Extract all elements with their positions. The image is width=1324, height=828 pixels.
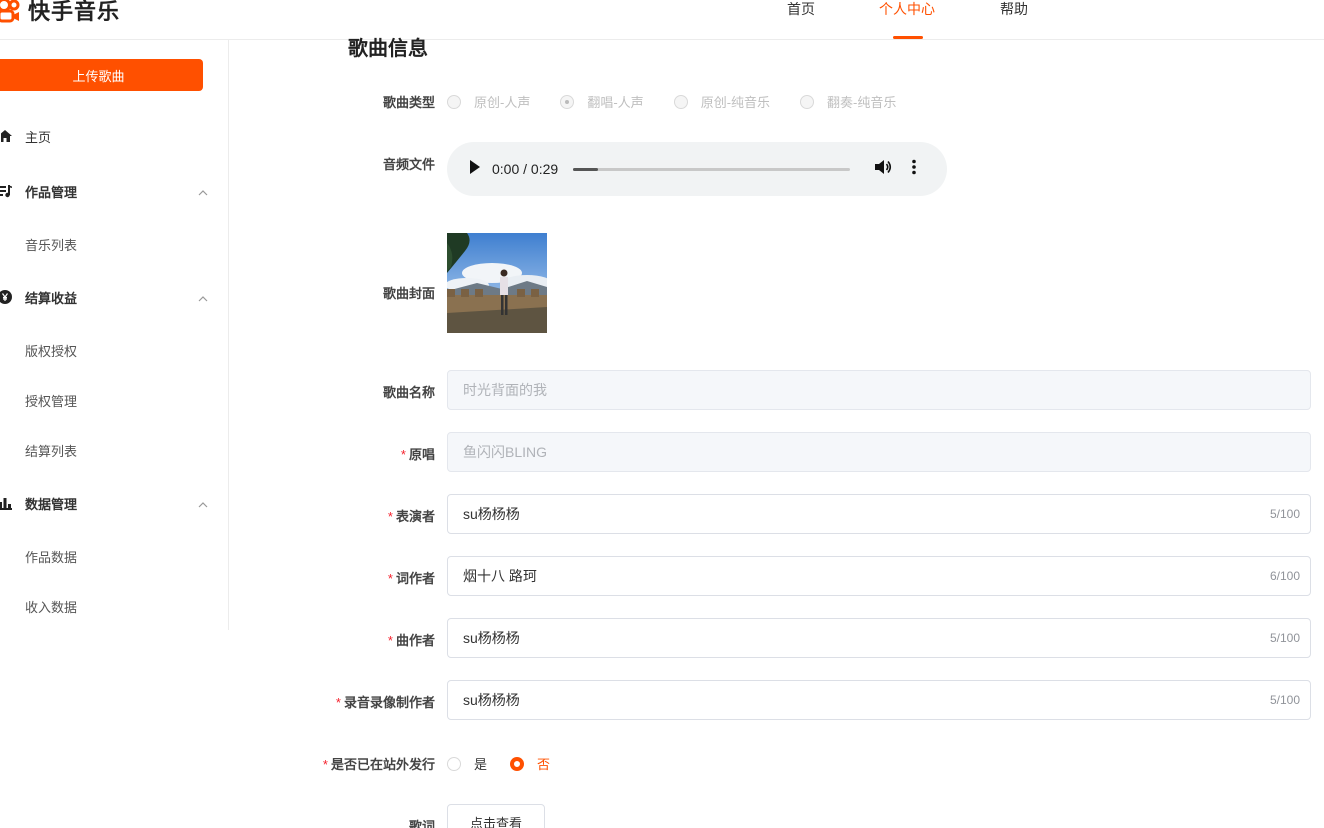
char-count: 5/100	[1269, 507, 1300, 521]
original-singer-input[interactable]: 鱼闪闪BLING	[447, 432, 1311, 472]
lyricist-label: * 词作者	[387, 571, 435, 586]
sidebar-item-settlement-list[interactable]: 结算列表	[25, 441, 77, 460]
play-icon[interactable]	[469, 159, 481, 179]
radio-label: 原创-人声	[474, 95, 531, 110]
input-value: su杨杨杨	[463, 692, 520, 708]
performer-input[interactable]: su杨杨杨 5/100	[447, 494, 1311, 534]
sidebar-item-music-list[interactable]: 音乐列表	[25, 235, 77, 254]
char-count: 6/100	[1269, 569, 1300, 583]
composer-label: * 曲作者	[387, 633, 435, 648]
upload-song-button[interactable]: 上传歌曲	[0, 59, 203, 91]
composer-input[interactable]: su杨杨杨 5/100	[447, 618, 1311, 658]
more-options-icon[interactable]	[912, 159, 916, 180]
song-type-radio-original-vocal[interactable]: 原创-人声	[447, 92, 530, 111]
radio-circle	[447, 756, 461, 771]
song-type-radio-cover-vocal[interactable]: 翻唱-人声	[560, 92, 644, 111]
released-elsewhere-label: * 是否已在站外发行	[322, 757, 435, 772]
input-value: 时光背面的我	[463, 382, 547, 398]
song-type-radio-group: 原创-人声 翻唱-人声 原创-纯音乐 翻奏-纯音乐	[447, 92, 926, 111]
sidebar-group-label: 结算收益	[25, 290, 78, 306]
sidebar-group-label: 作品管理	[25, 184, 78, 200]
released-elsewhere-radio-group: 是 否	[447, 754, 580, 773]
sidebar-group-works[interactable]: 作品管理	[0, 181, 210, 201]
kuaishou-logo-icon	[0, 0, 22, 23]
char-count: 5/100	[1269, 631, 1300, 645]
yen-coin-icon	[0, 289, 16, 305]
recording-producer-input[interactable]: su杨杨杨 5/100	[447, 680, 1311, 720]
original-singer-label: * 原唱	[400, 447, 435, 462]
sidebar-item-label: 主页	[25, 129, 52, 145]
cover-image[interactable]	[447, 233, 547, 333]
audio-time: 0:00 / 0:29	[492, 161, 559, 177]
radio-label: 是	[474, 757, 488, 772]
section-title: 歌曲信息	[348, 38, 428, 60]
radio-circle	[800, 94, 815, 109]
view-lyrics-button[interactable]: 点击查看	[447, 804, 545, 828]
audio-player: 0:00 / 0:29	[447, 142, 947, 196]
cover-label: 歌曲封面	[382, 286, 435, 301]
sidebar-group-data[interactable]: 数据管理	[0, 493, 210, 513]
char-count: 5/100	[1269, 693, 1300, 707]
sidebar-item-works-data[interactable]: 作品数据	[25, 547, 77, 566]
input-value: su杨杨杨	[463, 630, 520, 646]
nav-personal-center[interactable]: 个人中心	[879, 0, 935, 19]
lyricist-input[interactable]: 烟十八 路珂 6/100	[447, 556, 1311, 596]
top-header: 快手音乐 首页 个人中心 帮助	[0, 0, 1324, 40]
chevron-up-icon	[198, 290, 208, 305]
radio-circle-checked	[510, 756, 525, 771]
sidebar-item-income-data[interactable]: 收入数据	[25, 597, 77, 616]
radio-label: 翻奏-纯音乐	[827, 95, 897, 110]
chevron-up-icon	[198, 496, 208, 511]
logo[interactable]: 快手音乐	[0, 0, 120, 26]
radio-label: 否	[537, 757, 551, 772]
nav-home[interactable]: 首页	[787, 0, 815, 19]
input-value: su杨杨杨	[463, 506, 520, 522]
music-list-icon	[0, 183, 16, 199]
song-type-radio-original-instrumental[interactable]: 原创-纯音乐	[673, 92, 771, 111]
sidebar: 上传歌曲 主页 作品管理 音乐列表 结算收益 版权授权 授权管理 结算列表 数据…	[0, 40, 229, 630]
nav-help[interactable]: 帮助	[1000, 0, 1028, 19]
sidebar-group-settlement[interactable]: 结算收益	[0, 287, 210, 307]
radio-label: 原创-纯音乐	[700, 95, 771, 110]
input-value: 鱼闪闪BLING	[463, 444, 548, 460]
performer-label: * 表演者	[387, 509, 435, 524]
song-name-input[interactable]: 时光背面的我	[447, 370, 1311, 410]
radio-label: 翻唱-人声	[587, 95, 644, 110]
lyrics-label: 歌词	[408, 819, 435, 828]
sidebar-group-label: 数据管理	[25, 496, 78, 512]
sidebar-item-license-management[interactable]: 授权管理	[25, 391, 77, 410]
audio-file-label: 音频文件	[382, 157, 435, 172]
home-icon	[0, 128, 16, 144]
volume-icon[interactable]	[874, 159, 892, 180]
sidebar-item-copyright-license[interactable]: 版权授权	[25, 341, 77, 360]
released-elsewhere-radio-no[interactable]: 否	[510, 754, 550, 773]
audio-seek-bar[interactable]	[573, 167, 851, 171]
radio-circle-checked	[560, 94, 575, 109]
released-elsewhere-radio-yes[interactable]: 是	[447, 754, 487, 773]
active-nav-indicator	[893, 36, 923, 39]
input-value: 烟十八 路珂	[463, 568, 537, 584]
audio-progress-fill	[573, 167, 599, 171]
logo-text: 快手音乐	[28, 0, 121, 24]
radio-circle	[447, 94, 461, 109]
song-type-radio-cover-instrumental[interactable]: 翻奏-纯音乐	[800, 92, 896, 111]
song-name-label: 歌曲名称	[382, 385, 435, 400]
bar-chart-icon	[0, 495, 16, 511]
chevron-up-icon	[198, 184, 208, 199]
radio-circle	[673, 94, 688, 109]
song-type-label: 歌曲类型	[382, 95, 435, 110]
sidebar-item-home[interactable]: 主页	[0, 126, 210, 146]
recording-producer-label: * 录音录像制作者	[335, 695, 435, 710]
